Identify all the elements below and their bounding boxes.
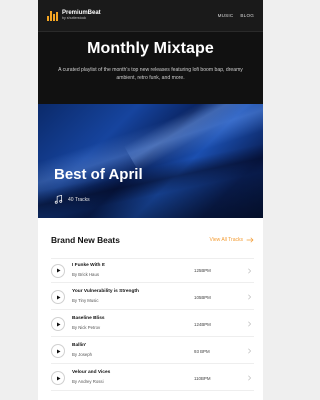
chevron-right-icon[interactable] bbox=[247, 375, 252, 381]
track-row[interactable]: Baseline Bliss By Nick Petrov 124BPM bbox=[51, 312, 254, 337]
play-icon bbox=[56, 295, 60, 299]
playlist-title: Best of April bbox=[54, 166, 143, 183]
play-icon bbox=[56, 322, 60, 326]
chevron-right-icon[interactable] bbox=[247, 348, 252, 354]
play-icon bbox=[56, 349, 60, 353]
track-row[interactable]: I Funke With It By Brick Haus 125BPM bbox=[51, 258, 254, 283]
play-button[interactable] bbox=[51, 317, 65, 331]
email-container: PremiumBeat by shutterstock MUSIC BLOG M… bbox=[38, 0, 263, 400]
chevron-right-icon[interactable] bbox=[247, 321, 252, 327]
page-title: Monthly Mixtape bbox=[87, 40, 214, 57]
track-name[interactable]: Velour and Vices bbox=[72, 371, 194, 376]
track-artist: By Andrey Rossi bbox=[72, 379, 104, 385]
track-artist: By Joseph bbox=[72, 352, 93, 358]
chevron-right-icon[interactable] bbox=[247, 268, 252, 274]
top-nav: MUSIC BLOG bbox=[218, 13, 254, 18]
nav-blog-link[interactable]: BLOG bbox=[240, 13, 254, 18]
track-bpm: 105BPM bbox=[194, 294, 211, 300]
brand-logo[interactable]: PremiumBeat by shutterstock bbox=[47, 10, 101, 21]
track-artist: By Nick Petrov bbox=[72, 325, 101, 331]
logo-bars-icon bbox=[47, 10, 58, 21]
hero-section: Monthly Mixtape A curated playlist of th… bbox=[38, 32, 263, 104]
tracks-header: Brand New Beats View All Tracks bbox=[38, 222, 263, 258]
arrow-right-icon bbox=[246, 237, 254, 243]
brand-subtitle: by shutterstock bbox=[62, 16, 87, 21]
track-row[interactable]: Your Vulnerability is Strength By Tiny M… bbox=[51, 285, 254, 310]
track-name[interactable]: Baseline Bliss bbox=[72, 317, 194, 322]
play-icon bbox=[56, 268, 60, 273]
top-bar: PremiumBeat by shutterstock MUSIC BLOG bbox=[38, 0, 263, 32]
track-bpm: 124BPM bbox=[194, 321, 211, 327]
track-artist: By Brick Haus bbox=[72, 271, 99, 277]
playlist-banner[interactable]: Best of April 40 Tracks bbox=[38, 104, 263, 218]
view-all-tracks-link[interactable]: View All Tracks bbox=[209, 237, 254, 243]
play-button[interactable] bbox=[51, 290, 65, 304]
track-bpm: 125BPM bbox=[194, 268, 211, 273]
hero-description: A curated playlist of the month's top ne… bbox=[58, 67, 243, 81]
chevron-right-icon[interactable] bbox=[247, 294, 252, 300]
track-row[interactable]: Velour and Vices By Andrey Rossi 110BPM bbox=[51, 366, 254, 391]
play-button[interactable] bbox=[51, 263, 65, 278]
track-name[interactable]: Your Vulnerability is Strength bbox=[72, 290, 194, 295]
tracks-count: 40 Tracks bbox=[68, 196, 90, 203]
play-icon bbox=[56, 376, 60, 380]
nav-music-link[interactable]: MUSIC bbox=[218, 13, 234, 18]
playlist-meta: 40 Tracks bbox=[54, 195, 90, 204]
track-artist: By Tiny Music bbox=[72, 298, 99, 304]
view-all-label: View All Tracks bbox=[209, 237, 243, 243]
play-button[interactable] bbox=[51, 371, 65, 385]
section-title: Brand New Beats bbox=[51, 235, 120, 245]
track-list: I Funke With It By Brick Haus 125BPM You… bbox=[38, 258, 263, 391]
play-button[interactable] bbox=[51, 344, 65, 358]
track-bpm: 93 BPM bbox=[194, 348, 210, 354]
track-bpm: 110BPM bbox=[194, 375, 211, 381]
track-row[interactable]: Ballin' By Joseph 93 BPM bbox=[51, 339, 254, 364]
music-note-icon bbox=[54, 195, 63, 204]
track-name[interactable]: I Funke With It bbox=[72, 263, 194, 269]
track-name[interactable]: Ballin' bbox=[72, 344, 194, 349]
